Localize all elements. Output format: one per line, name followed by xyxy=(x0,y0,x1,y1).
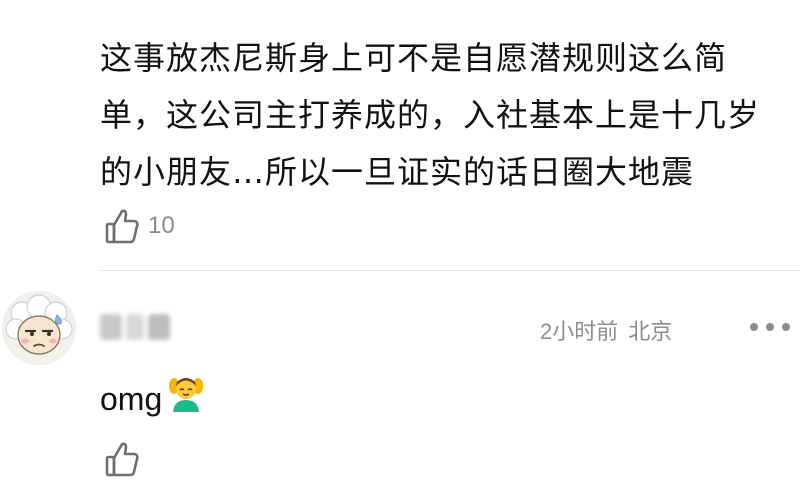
like-count: 10 xyxy=(148,212,175,239)
reply-text: omg xyxy=(100,380,163,417)
username-blur-block xyxy=(100,314,122,340)
username[interactable] xyxy=(100,309,180,345)
divider xyxy=(100,270,800,271)
person-getting-massage-emoji xyxy=(166,372,206,425)
reply-like-button[interactable] xyxy=(104,437,140,481)
comment-like-button[interactable]: 10 xyxy=(104,204,175,248)
reply-meta: 2小时前 北京 xyxy=(540,314,672,346)
reply-text-row: omg xyxy=(100,372,206,425)
avatar[interactable] xyxy=(2,291,76,365)
username-blur-block xyxy=(148,314,170,340)
dot xyxy=(782,323,790,331)
comment-thread: 这事放杰尼斯身上可不是自愿潜规则这么简单，这公司主打养成的，入社基本上是十几岁的… xyxy=(0,0,800,491)
dot xyxy=(766,323,774,331)
reply-time: 2小时前 xyxy=(540,319,619,344)
thumbs-up-icon xyxy=(104,440,140,478)
username-blur-block xyxy=(126,314,144,340)
dot xyxy=(750,323,758,331)
thumbs-up-icon xyxy=(104,207,140,245)
reply-location: 北京 xyxy=(628,319,673,344)
more-dots-icon[interactable] xyxy=(750,312,790,342)
comment-text: 这事放杰尼斯身上可不是自愿潜规则这么简单，这公司主打养成的，入社基本上是十几岁的… xyxy=(100,39,761,191)
